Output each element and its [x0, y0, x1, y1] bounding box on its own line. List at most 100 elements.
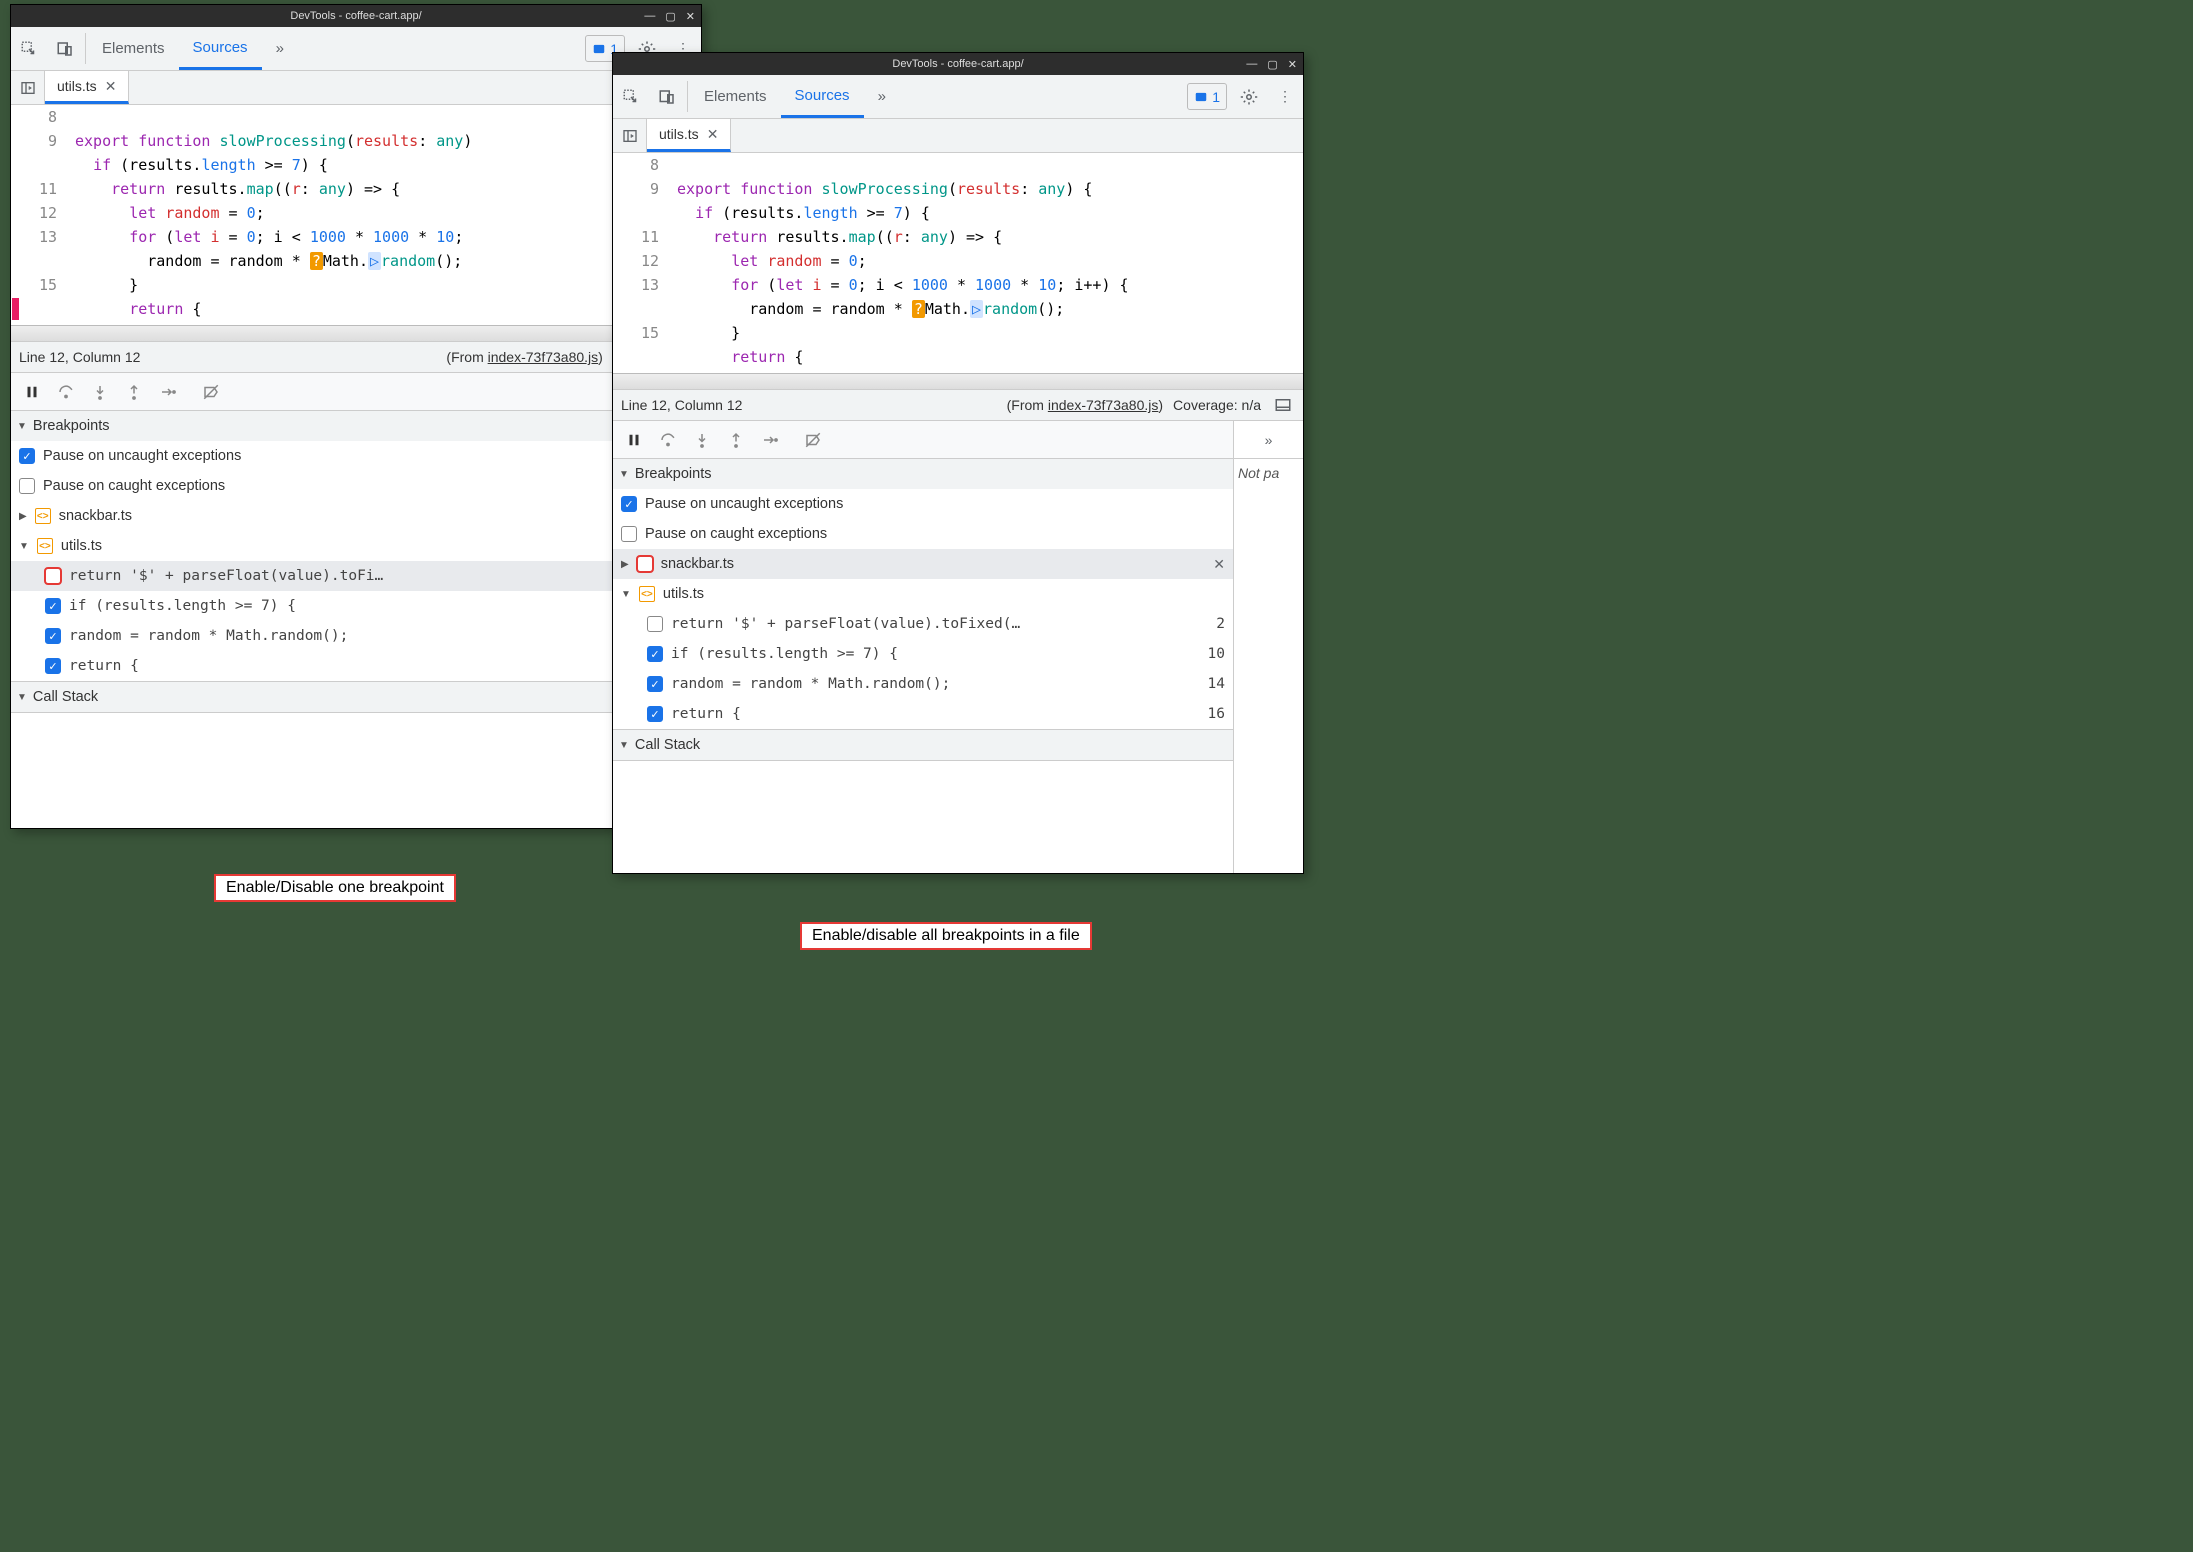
maximize-icon[interactable]: ▢ [1267, 58, 1277, 71]
tab-sources[interactable]: Sources [179, 27, 262, 70]
tabs-overflow-icon[interactable]: » [864, 75, 900, 118]
pause-icon[interactable] [17, 377, 47, 407]
devtools-window-2: DevTools - coffee-cart.app/ — ▢ ✕ Elemen… [612, 52, 1304, 874]
checkbox-icon[interactable] [647, 616, 663, 632]
step-into-icon[interactable] [85, 377, 115, 407]
breakpoint-row[interactable]: return '$' + parseFloat(value).toFixed(…… [613, 609, 1233, 639]
breakpoint-file-utils[interactable]: ▼ <> utils.ts [11, 531, 701, 561]
kebab-icon[interactable]: ⋮ [1267, 75, 1303, 118]
breakpoints-header[interactable]: ▼Breakpoints [11, 411, 701, 441]
callstack-header[interactable]: ▼Call Stack [613, 730, 1233, 760]
pause-caught-row[interactable]: Pause on caught exceptions [613, 519, 1233, 549]
breakpoint-row[interactable]: return '$' + parseFloat(value).toFi… ✎ ✕… [11, 561, 701, 591]
breakpoint-row[interactable]: ✓ if (results.length >= 7) { 10 [613, 639, 1233, 669]
checkbox-checked-icon[interactable]: ✓ [19, 448, 35, 464]
checkbox-checked-icon[interactable]: ✓ [45, 628, 61, 644]
breakpoint-row[interactable]: ✓ if (results.length >= 7) { 10 [11, 591, 701, 621]
titlebar: DevTools - coffee-cart.app/ — ▢ ✕ [11, 5, 701, 27]
inspect-icon[interactable] [613, 75, 649, 118]
file-tab-row: utils.ts ✕ [613, 119, 1303, 153]
from-label: (From index-73f73a80.js) [1007, 397, 1163, 413]
pause-caught-row[interactable]: Pause on caught exceptions [11, 471, 701, 501]
step-over-icon[interactable] [653, 425, 683, 455]
window-title: DevTools - coffee-cart.app/ [290, 10, 421, 22]
checkbox-checked-icon[interactable]: ✓ [647, 646, 663, 662]
breakpoint-row[interactable]: ✓ random = random * Math.random(); 14 [11, 621, 701, 651]
overflow-icon[interactable]: » [1234, 421, 1303, 459]
breakpoint-file-snackbar[interactable]: ▶ snackbar.ts ✕ [613, 549, 1233, 579]
navigator-toggle-icon[interactable] [613, 119, 647, 152]
script-icon: <> [37, 538, 53, 554]
callstack-panel: ▼Call Stack [11, 682, 701, 713]
minimize-icon[interactable]: — [644, 10, 655, 23]
breakpoints-panel: ▼Breakpoints ✓ Pause on uncaught excepti… [11, 411, 701, 682]
checkbox-checked-icon[interactable]: ✓ [647, 706, 663, 722]
pause-uncaught-row[interactable]: ✓ Pause on uncaught exceptions [11, 441, 701, 471]
deactivate-breakpoints-icon[interactable] [196, 377, 226, 407]
script-icon: <> [639, 586, 655, 602]
side-panel: » Not pa [1233, 421, 1303, 873]
from-label: (From index-73f73a80.js) [446, 349, 602, 365]
checkbox-checked-icon[interactable]: ✓ [647, 676, 663, 692]
tab-sources[interactable]: Sources [781, 75, 864, 118]
tab-elements[interactable]: Elements [88, 27, 179, 70]
step-out-icon[interactable] [119, 377, 149, 407]
gear-icon[interactable] [1231, 75, 1267, 118]
main-toolbar: Elements Sources » 1 ⋮ [11, 27, 701, 71]
caption-2: Enable/disable all breakpoints in a file [800, 922, 1092, 950]
window-title: DevTools - coffee-cart.app/ [892, 58, 1023, 70]
collapse-icon[interactable] [1271, 396, 1295, 414]
step-over-icon[interactable] [51, 377, 81, 407]
file-tab-row: utils.ts ✕ [11, 71, 701, 105]
breakpoint-file-snackbar[interactable]: ▶ <> snackbar.ts [11, 501, 701, 531]
maximize-icon[interactable]: ▢ [665, 10, 675, 23]
source-map-link[interactable]: index-73f73a80.js [1048, 397, 1159, 413]
inspect-icon[interactable] [11, 27, 47, 70]
code-editor[interactable]: 8 9export function slowProcessing(result… [11, 105, 701, 325]
breakpoint-row[interactable]: ✓ random = random * Math.random(); 14 [613, 669, 1233, 699]
tab-elements[interactable]: Elements [690, 75, 781, 118]
close-icon[interactable]: ✕ [1213, 556, 1225, 573]
close-icon[interactable]: ✕ [707, 126, 719, 143]
pause-uncaught-row[interactable]: ✓ Pause on uncaught exceptions [613, 489, 1233, 519]
checkbox-icon[interactable] [637, 556, 653, 572]
breakpoint-row[interactable]: ✓ return { 16 [613, 699, 1233, 729]
horizontal-scrollbar[interactable] [11, 325, 701, 341]
cursor-position: Line 12, Column 12 [621, 397, 742, 413]
status-bar: Line 12, Column 12 (From index-73f73a80.… [11, 341, 701, 373]
file-tab-utils[interactable]: utils.ts ✕ [647, 119, 731, 152]
checkbox-icon[interactable] [621, 526, 637, 542]
breakpoints-header[interactable]: ▼Breakpoints [613, 459, 1233, 489]
step-into-icon[interactable] [687, 425, 717, 455]
file-tab-utils[interactable]: utils.ts ✕ [45, 71, 129, 104]
pause-icon[interactable] [619, 425, 649, 455]
close-icon[interactable]: ✕ [105, 78, 117, 95]
breakpoint-file-utils[interactable]: ▼ <> utils.ts [613, 579, 1233, 609]
checkbox-checked-icon[interactable]: ✓ [621, 496, 637, 512]
close-icon[interactable]: ✕ [686, 10, 695, 23]
callstack-header[interactable]: ▼Call Stack [11, 682, 701, 712]
deactivate-breakpoints-icon[interactable] [798, 425, 828, 455]
checkbox-checked-icon[interactable]: ✓ [45, 598, 61, 614]
step-icon[interactable] [755, 425, 785, 455]
code-editor[interactable]: 8 9export function slowProcessing(result… [613, 153, 1303, 373]
breakpoint-row[interactable]: ✓ return { 16 [11, 651, 701, 681]
main-toolbar: Elements Sources » 1 ⋮ [613, 75, 1303, 119]
coverage-label: Coverage: n/a [1173, 397, 1261, 413]
tabs-overflow-icon[interactable]: » [262, 27, 298, 70]
caption-1: Enable/Disable one breakpoint [214, 874, 456, 902]
checkbox-checked-icon[interactable]: ✓ [45, 658, 61, 674]
titlebar: DevTools - coffee-cart.app/ — ▢ ✕ [613, 53, 1303, 75]
step-out-icon[interactable] [721, 425, 751, 455]
issues-counter[interactable]: 1 [1187, 83, 1227, 110]
device-toggle-icon[interactable] [649, 75, 685, 118]
step-icon[interactable] [153, 377, 183, 407]
checkbox-icon[interactable] [19, 478, 35, 494]
minimize-icon[interactable]: — [1246, 58, 1257, 71]
checkbox-icon[interactable] [45, 568, 61, 584]
device-toggle-icon[interactable] [47, 27, 83, 70]
source-map-link[interactable]: index-73f73a80.js [488, 349, 599, 365]
close-icon[interactable]: ✕ [1288, 58, 1297, 71]
navigator-toggle-icon[interactable] [11, 71, 45, 104]
horizontal-scrollbar[interactable] [613, 373, 1303, 389]
